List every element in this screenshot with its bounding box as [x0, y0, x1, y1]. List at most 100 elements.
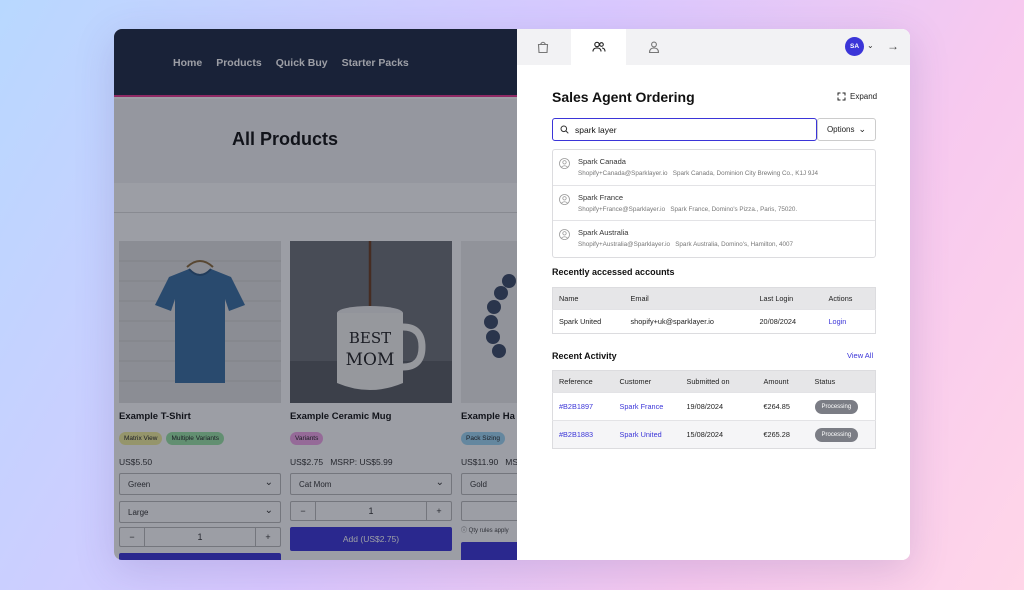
table-row[interactable]: #B2B1883 Spark United 15/08/2024 €265.28… — [552, 420, 876, 449]
recent-activity-title: Recent Activity — [552, 351, 617, 361]
result-email: Shopify+Australia@Sparklayer.io — [578, 241, 670, 248]
column-header: Actions — [822, 287, 876, 310]
size-select[interactable]: Large — [119, 501, 281, 523]
account-circle-icon — [559, 229, 570, 240]
qty-minus-button[interactable]: − — [291, 502, 315, 520]
svg-text:BEST: BEST — [349, 329, 391, 347]
account-name: Spark United — [552, 309, 625, 334]
search-input[interactable] — [575, 124, 805, 135]
nav-products[interactable]: Products — [216, 57, 262, 69]
result-address: Spark Canada, Dominion City Brewing Co.,… — [672, 170, 819, 177]
status-badge: Processing — [814, 399, 859, 414]
tag-badge: Multiple Variants — [166, 432, 225, 445]
expand-icon — [837, 92, 846, 101]
qty-plus-button[interactable]: + — [256, 528, 280, 546]
product-name[interactable]: Example T-Shirt — [119, 411, 281, 422]
tab-user[interactable] — [638, 29, 670, 65]
order-amount: €264.85 — [757, 392, 809, 421]
variant-select[interactable]: Gold — [461, 473, 517, 495]
add-to-cart-button[interactable]: A — [461, 542, 517, 560]
storefront: Home Products Quick Buy Starter Packs Al… — [114, 29, 517, 560]
status-badge: Processing — [814, 427, 859, 442]
avatar[interactable]: SA — [845, 37, 864, 56]
table-row: Spark United shopify+uk@sparklayer.io 20… — [552, 309, 876, 334]
product-price: US$11.90 MS — [461, 457, 517, 467]
nav-starter-packs[interactable]: Starter Packs — [342, 57, 409, 69]
column-header: Amount — [757, 370, 809, 393]
quantity-stepper: − 1 + — [290, 501, 452, 521]
product-card[interactable]: BEST MOM Example Ceramic Mug Variants US… — [290, 241, 452, 551]
submitted-date: 15/08/2024 — [680, 420, 758, 449]
result-item[interactable]: Spark Australia Shopify+Australia@Sparkl… — [553, 221, 875, 257]
nav-underline — [114, 95, 517, 97]
tab-shopping-bag[interactable] — [527, 29, 559, 65]
customer-link[interactable]: Spark United — [620, 430, 662, 439]
add-to-cart-button[interactable]: Add (US$2.75) — [290, 527, 452, 551]
table-row[interactable]: #B2B1897 Spark France 19/08/2024 €264.85… — [552, 392, 876, 421]
view-all-link[interactable]: View All — [847, 351, 873, 360]
search-box[interactable] — [552, 118, 817, 141]
panel-tabs: SA ⌄ → — [517, 29, 910, 65]
product-card[interactable]: Example T-Shirt Matrix View Multiple Var… — [119, 241, 281, 560]
users-icon — [591, 41, 606, 52]
table-header-row: Name Email Last Login Actions — [552, 287, 876, 310]
expand-button[interactable]: Expand — [837, 92, 877, 101]
column-header: Reference — [552, 370, 614, 393]
order-reference-link[interactable]: #B2B1897 — [559, 402, 593, 411]
qty-minus-button[interactable]: − — [120, 528, 144, 546]
exit-arrow-icon[interactable]: → — [887, 39, 899, 53]
variant-select[interactable]: Cat Mom — [290, 473, 452, 495]
product-image-tshirt[interactable] — [119, 241, 281, 403]
result-email: Shopify+Canada@Sparklayer.io — [578, 170, 668, 177]
options-dropdown[interactable]: Options ⌄ — [817, 118, 876, 141]
order-reference-link[interactable]: #B2B1883 — [559, 430, 593, 439]
nav-quick-buy[interactable]: Quick Buy — [276, 57, 328, 69]
tab-users[interactable] — [571, 29, 626, 65]
qty-rules-note: ⓘ Qty rules apply — [461, 528, 509, 534]
result-item[interactable]: Spark Canada Shopify+Canada@Sparklayer.i… — [553, 150, 875, 186]
result-name: Spark France — [578, 192, 624, 202]
sales-agent-panel: SA ⌄ → Sales Agent Ordering Expand Optio… — [517, 29, 910, 560]
account-email: shopify+uk@sparklayer.io — [624, 309, 754, 334]
customer-link[interactable]: Spark France — [620, 402, 664, 411]
color-select[interactable]: Green — [119, 473, 281, 495]
product-name[interactable]: Example Ha — [461, 411, 517, 422]
product-card[interactable]: Example Ha Pack Sizing US$11.90 MS Gold … — [461, 241, 517, 560]
table-header-row: Reference Customer Submitted on Amount S… — [552, 370, 876, 393]
chevron-down-icon: ⌄ — [858, 124, 867, 134]
account-circle-icon — [559, 158, 570, 169]
result-details: Shopify+France@Sparklayer.io Spark Franc… — [578, 206, 797, 213]
shopping-bag-icon — [537, 41, 549, 54]
order-amount: €265.28 — [757, 420, 809, 449]
nav-home[interactable]: Home — [173, 57, 202, 69]
add-to-cart-button[interactable] — [119, 553, 281, 560]
tag-badge: Matrix View — [119, 432, 163, 445]
product-image-bracelet[interactable] — [461, 241, 517, 403]
tshirt-image — [119, 241, 281, 403]
login-link[interactable]: Login — [829, 317, 847, 326]
msrp-value: MSRP: US$5.99 — [330, 457, 393, 467]
result-item[interactable]: Spark France Shopify+France@Sparklayer.i… — [553, 186, 875, 221]
svg-text:MOM: MOM — [346, 350, 395, 370]
qty-input[interactable]: 1 — [315, 502, 427, 520]
result-details: Shopify+Canada@Sparklayer.io Spark Canad… — [578, 170, 818, 177]
price-value: US$2.75 — [290, 457, 324, 467]
page-title: All Products — [232, 129, 339, 149]
qty-input[interactable]: 1 — [144, 528, 256, 546]
qty-plus-button[interactable]: + — [427, 502, 451, 520]
product-price: US$2.75 MSRP: US$5.99 — [290, 457, 452, 467]
options-label: Options — [826, 125, 855, 134]
chevron-down-icon[interactable]: ⌄ — [867, 41, 874, 50]
result-details: Shopify+Australia@Sparklayer.io Spark Au… — [578, 241, 793, 248]
result-email: Shopify+France@Sparklayer.io — [578, 205, 666, 213]
product-price: US$5.50 — [119, 457, 153, 467]
product-name[interactable]: Example Ceramic Mug — [290, 411, 452, 422]
quantity-stepper[interactable] — [461, 501, 517, 521]
product-image-mug[interactable]: BEST MOM — [290, 241, 452, 403]
mug-image: BEST MOM — [290, 241, 452, 403]
expand-label: Expand — [850, 92, 878, 101]
result-name: Spark Australia — [578, 228, 629, 237]
store-nav: Home Products Quick Buy Starter Packs — [114, 29, 517, 97]
submitted-date: 19/08/2024 — [680, 392, 758, 421]
store-nav-links: Home Products Quick Buy Starter Packs — [173, 57, 409, 69]
